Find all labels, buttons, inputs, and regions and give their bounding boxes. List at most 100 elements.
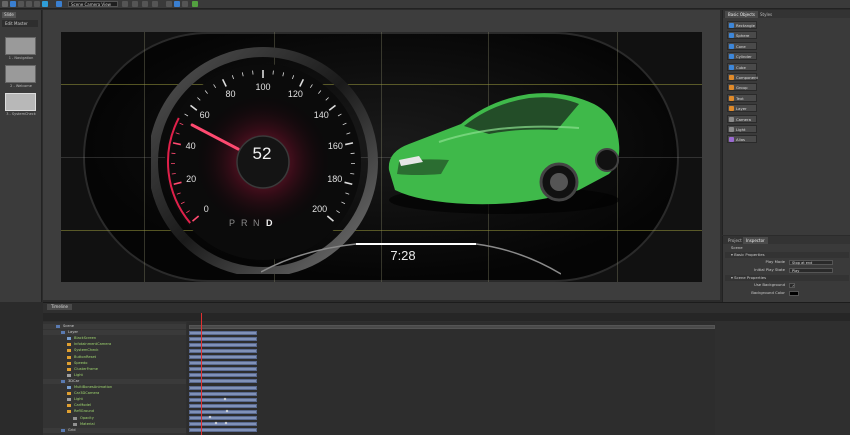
- layer-type-icon: [67, 355, 71, 359]
- tab-inspector[interactable]: Inspector: [743, 237, 768, 244]
- object-cylinder[interactable]: Cylinder: [727, 52, 757, 61]
- timeline-row[interactable]: Scene: [43, 324, 186, 329]
- timeline-tracks[interactable]: [187, 322, 715, 435]
- slides-panel: Slide Edit Master 1 - Navigation 2 - Wel…: [0, 10, 42, 302]
- timeline-bar[interactable]: [189, 373, 257, 378]
- scene-viewport[interactable]: 0 20 40 60 80 100 120 140 160 180 200 52 P R N D 7…: [43, 10, 720, 300]
- object-component[interactable]: Component: [727, 73, 758, 81]
- object-camera[interactable]: Camera: [727, 114, 757, 123]
- object-cube[interactable]: Cube: [727, 62, 757, 71]
- timeline-playhead[interactable]: [201, 313, 202, 435]
- group-icon: [729, 85, 734, 91]
- timeline-bar[interactable]: [189, 379, 257, 384]
- view-icon[interactable]: [56, 1, 62, 7]
- add-object-icon[interactable]: [42, 1, 48, 7]
- slide-thumbnail-2[interactable]: [5, 65, 36, 83]
- timeline-ruler[interactable]: [43, 313, 850, 321]
- timeline-row[interactable]: 3DCar: [43, 378, 186, 384]
- property-value[interactable]: Stop at end: [789, 259, 833, 265]
- timeline-bar[interactable]: [189, 348, 257, 353]
- timeline-row[interactable]: InfotainmentCamera: [43, 342, 186, 347]
- object-light[interactable]: Light: [727, 125, 757, 133]
- play-icon[interactable]: [174, 1, 180, 7]
- speed-tick-label: 100: [255, 82, 271, 92]
- timeline-row[interactable]: Material: [43, 422, 186, 427]
- timeline-bar[interactable]: [189, 391, 257, 396]
- edit-master-button[interactable]: Edit Master: [2, 20, 38, 27]
- object-text[interactable]: Text: [727, 93, 757, 102]
- speed-tick-label: 200: [312, 203, 328, 214]
- timeline-bar[interactable]: [189, 367, 257, 372]
- timeline-tab[interactable]: Timeline: [47, 304, 73, 310]
- object-sphere[interactable]: Sphere: [727, 31, 757, 40]
- timeline-row[interactable]: ClusterFrame: [43, 367, 186, 372]
- timeline-bar[interactable]: [189, 428, 257, 433]
- object-label: Layer: [736, 106, 747, 112]
- timeline-bar[interactable]: [189, 416, 257, 420]
- tab-basic-objects[interactable]: Basic Objects: [725, 11, 758, 18]
- slide-thumbnail-3[interactable]: [5, 93, 36, 111]
- timeline-row[interactable]: Speedo: [43, 361, 186, 366]
- timeline-row-label: ClusterFrame: [74, 366, 98, 371]
- object-group[interactable]: Group: [727, 83, 757, 92]
- camera-dropdown-icon[interactable]: [122, 1, 128, 7]
- camera-select[interactable]: Scene Camera View: [68, 1, 118, 7]
- timeline-bar[interactable]: [189, 361, 257, 366]
- timeline-row[interactable]: Light: [43, 397, 186, 402]
- layer-type-icon: [67, 386, 71, 389]
- slide-tab[interactable]: Slide: [2, 12, 16, 18]
- rotate-tool-icon[interactable]: [18, 1, 24, 7]
- property-value[interactable]: Play: [789, 267, 833, 273]
- select-tool-icon[interactable]: [2, 1, 8, 7]
- object-rectangle[interactable]: Rectangle: [727, 21, 757, 29]
- timeline-row[interactable]: ReflGround: [43, 409, 186, 414]
- timeline-row[interactable]: SystemCheck: [43, 348, 186, 353]
- timeline-bar[interactable]: [189, 342, 257, 347]
- car-model[interactable]: [379, 82, 629, 222]
- slide-thumbnail-1[interactable]: [5, 37, 36, 55]
- timeline-row[interactable]: Grid: [43, 427, 186, 433]
- layer-type-icon: [73, 416, 77, 420]
- property-value[interactable]: [789, 290, 799, 296]
- rewind-icon[interactable]: [166, 1, 172, 7]
- move-tool-icon[interactable]: [10, 1, 16, 7]
- object-cone[interactable]: Cone: [727, 41, 757, 50]
- stop-icon[interactable]: [182, 1, 188, 7]
- zoom-icon[interactable]: [152, 1, 158, 7]
- timeline-bar[interactable]: [189, 385, 257, 390]
- timeline-bar[interactable]: [189, 324, 715, 329]
- grid-toggle-icon[interactable]: [142, 1, 148, 7]
- timeline-row[interactable]: BlackScreen: [43, 336, 186, 341]
- layer-type-icon: [67, 337, 71, 341]
- timeline-row[interactable]: CarModel: [43, 403, 186, 408]
- cone-icon: [729, 43, 734, 49]
- scale-tool-icon[interactable]: [26, 1, 32, 7]
- inspector-section: ▾ Scene Properties: [725, 275, 849, 281]
- timeline-bar[interactable]: [189, 422, 257, 427]
- fit-view-icon[interactable]: [132, 1, 138, 7]
- scene-canvas[interactable]: 0 20 40 60 80 100 120 140 160 180 200 52 P R N D 7…: [61, 32, 702, 282]
- speed-tick-label: 160: [327, 140, 343, 151]
- timeline-bar[interactable]: [189, 355, 257, 359]
- timeline-bar[interactable]: [189, 403, 257, 408]
- timeline-row[interactable]: Layer: [43, 330, 186, 336]
- timeline-row[interactable]: ButtonReset: [43, 355, 186, 360]
- timeline-bar[interactable]: [189, 336, 257, 341]
- object-alias[interactable]: Alias: [727, 135, 757, 144]
- car-hub-front: [550, 173, 568, 191]
- property-value[interactable]: ✓: [789, 282, 795, 288]
- basic-objects-tabs: Basic Objects Styles: [723, 10, 850, 18]
- inspector-tabs: Project Inspector: [723, 236, 850, 244]
- timeline-row[interactable]: Opacity: [43, 416, 186, 421]
- timeline-row[interactable]: Light: [43, 373, 186, 378]
- object-layer[interactable]: Layer: [727, 104, 757, 113]
- object-label: Camera: [736, 116, 751, 122]
- preview-icon[interactable]: [192, 1, 198, 7]
- timeline-bar[interactable]: [189, 330, 257, 335]
- tab-styles[interactable]: Styles: [757, 11, 775, 18]
- tab-project[interactable]: Project: [725, 237, 745, 244]
- timeline-row[interactable]: MultiBonesAnimation: [43, 385, 186, 390]
- timeline-row[interactable]: Car3DCamera: [43, 391, 186, 396]
- pivot-tool-icon[interactable]: [34, 1, 40, 7]
- timeline-bar[interactable]: [189, 409, 257, 414]
